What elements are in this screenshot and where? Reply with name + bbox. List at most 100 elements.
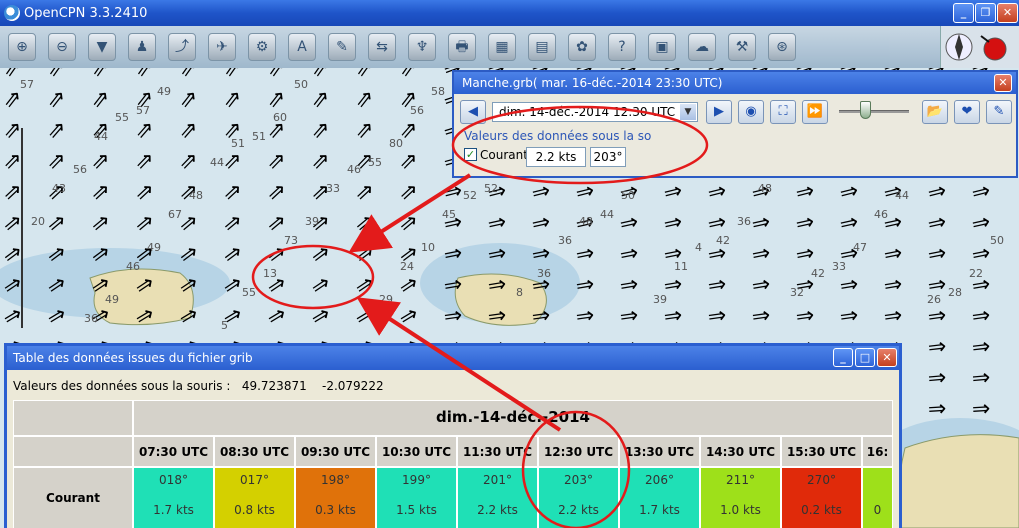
time-slider-thumb[interactable] — [860, 101, 871, 119]
current-arrow: ⇒ — [486, 302, 509, 331]
current-arrow: ⇒ — [749, 271, 773, 300]
current-arrow: ⇒ — [574, 302, 597, 331]
current-arrow: ⇒ — [485, 240, 509, 269]
current-direction: 018° — [159, 473, 188, 487]
current-arrow: ⇒ — [970, 334, 992, 361]
current-speed: 1.5 kts — [396, 503, 437, 517]
current-data-cell[interactable]: 211° 1.0 kts — [700, 467, 781, 528]
current-direction: 201° — [483, 473, 512, 487]
time-header: 13:30 UTC — [619, 436, 700, 467]
table-close-button[interactable]: ✕ — [877, 348, 897, 367]
next-time-button[interactable]: ▶ — [706, 100, 732, 124]
depth-sounding: 55 — [115, 111, 129, 124]
tools-icon[interactable]: ⚒ — [728, 33, 756, 61]
current-data-cell[interactable]: 199° 1.5 kts — [376, 467, 457, 528]
depth-sounding: 48 — [189, 189, 203, 202]
mouse-longitude: -2.079222 — [322, 379, 384, 393]
selected-time: dim. 14-déc.-2014 12:30 UTC — [499, 105, 676, 119]
current-data-cell[interactable]: 201° 2.2 kts — [457, 467, 538, 528]
time-slider-track[interactable] — [839, 110, 909, 113]
time-header: 11:30 UTC — [457, 436, 538, 467]
minimize-button[interactable]: _ — [953, 3, 974, 23]
current-arrow: ⇒ — [970, 302, 993, 331]
current-arrow: ⇒ — [793, 240, 817, 269]
current-arrow: ⇒ — [750, 302, 773, 331]
grib-icon[interactable]: ▣ — [648, 33, 676, 61]
current-data-cell[interactable]: 203° 2.2 kts — [538, 467, 619, 528]
grib-data-grid[interactable]: Courant dim.-14-déc.-2014 07:30 UTC 018° 1… — [13, 400, 893, 528]
depth-sounding: 46 — [347, 163, 361, 176]
depth-sounding: 80 — [389, 137, 403, 150]
color-icon[interactable]: ✿ — [568, 33, 596, 61]
open-file-button[interactable]: 📂 — [922, 100, 948, 124]
depth-sounding: 4 — [695, 241, 702, 254]
current-data-cell[interactable]: 270° 0.2 kts — [781, 467, 862, 528]
depth-sounding: 13 — [263, 267, 277, 280]
restore-button[interactable]: ❐ — [975, 3, 996, 23]
depth-sounding: 57 — [136, 104, 150, 117]
current-direction: 203° — [564, 473, 593, 487]
weather-icon[interactable]: ☁ — [688, 33, 716, 61]
grib-dialog-close-button[interactable]: ✕ — [994, 74, 1012, 92]
time-header: 15:30 UTC — [781, 436, 862, 467]
scale-icon[interactable]: ▼ — [88, 33, 116, 61]
zoom-out-icon[interactable]: ⊖ — [48, 33, 76, 61]
help-icon[interactable]: ? — [608, 33, 636, 61]
grib-control-dialog: Manche.grb( mar. 16-déc.-2014 23:30 UTC)… — [452, 70, 1018, 178]
depth-sounding: 43 — [52, 182, 66, 195]
current-speed: 0.2 kts — [801, 503, 842, 517]
current-speed: 2.2 kts — [558, 503, 599, 517]
print-icon[interactable]: 🖶 — [448, 33, 476, 61]
time-header: 08:30 UTC — [214, 436, 295, 467]
depth-sounding: 42 — [811, 267, 825, 280]
person-icon[interactable]: ♟ — [128, 33, 156, 61]
compass-panel[interactable] — [940, 26, 1019, 68]
corner-cell-2 — [13, 436, 133, 467]
depth-sounding: 5 — [221, 319, 228, 332]
tide-icon[interactable]: ⇆ — [368, 33, 396, 61]
text-icon[interactable]: A — [288, 33, 316, 61]
current-checkbox[interactable]: ✓ — [464, 148, 477, 161]
zoom-in-icon[interactable]: ⊕ — [8, 33, 36, 61]
table-minimize-button[interactable]: _ — [833, 348, 853, 367]
current-data-cell[interactable]: 017° 0.8 kts — [214, 467, 295, 528]
depth-sounding: 32 — [790, 286, 804, 299]
ship-icon[interactable]: ✈ — [208, 33, 236, 61]
depth-sounding: 57 — [20, 78, 34, 91]
settings-button[interactable]: ✎ — [986, 100, 1012, 124]
current-speed: 1.7 kts — [153, 503, 194, 517]
current-arrow: ⇒ — [442, 302, 465, 331]
play-button[interactable]: ⏩ — [802, 100, 828, 124]
ais-icon[interactable]: ▦ — [488, 33, 516, 61]
current-data-cell[interactable]: 0 — [862, 467, 893, 528]
settings-icon[interactable]: ⚙ — [248, 33, 276, 61]
previous-time-button[interactable]: ◀ — [460, 100, 486, 124]
layers-icon[interactable]: ▤ — [528, 33, 556, 61]
current-data-cell[interactable]: 198° 0.3 kts — [295, 467, 376, 528]
compass-icon — [945, 33, 1007, 61]
main-toolbar: ⊕ ⊖ ▼ ♟ ⤴ ✈ ⚙ A ✎ ⇆ ♆ 🖶 ▦ ▤ ✿? ▣ ☁ ⚒ ⊛ — [0, 26, 940, 68]
zoom-to-grib-button[interactable]: ⛶ — [770, 100, 796, 124]
favorites-button[interactable]: ❤ — [954, 100, 980, 124]
table-maximize-button[interactable]: □ — [855, 348, 875, 367]
current-data-cell[interactable]: 018° 1.7 kts — [133, 467, 214, 528]
depth-sounding: 36 — [84, 312, 98, 325]
route-icon[interactable]: ⤴ — [168, 33, 196, 61]
depth-sounding: 39 — [653, 293, 667, 306]
close-button[interactable]: ✕ — [997, 3, 1018, 23]
chevron-down-icon[interactable]: ▼ — [680, 104, 696, 120]
current-arrow: ⇒ — [530, 302, 553, 331]
coast-cotentin — [897, 434, 1019, 528]
depth-sounding: 51 — [252, 130, 266, 143]
now-button[interactable]: ◉ — [738, 100, 764, 124]
track-icon[interactable]: ✎ — [328, 33, 356, 61]
lifebuoy-icon[interactable]: ⊛ — [768, 33, 796, 61]
depth-sounding: 51 — [231, 137, 245, 150]
current-arrow: ⇒ — [617, 271, 641, 300]
depth-sounding: 49 — [105, 293, 119, 306]
mouse-latitude: 49.723871 — [241, 379, 307, 393]
time-select[interactable]: dim. 14-déc.-2014 12:30 UTC ▼ — [492, 102, 698, 122]
depth-sounding: 48 — [758, 182, 772, 195]
current-data-cell[interactable]: 206° 1.7 kts — [619, 467, 700, 528]
current-icon[interactable]: ♆ — [408, 33, 436, 61]
